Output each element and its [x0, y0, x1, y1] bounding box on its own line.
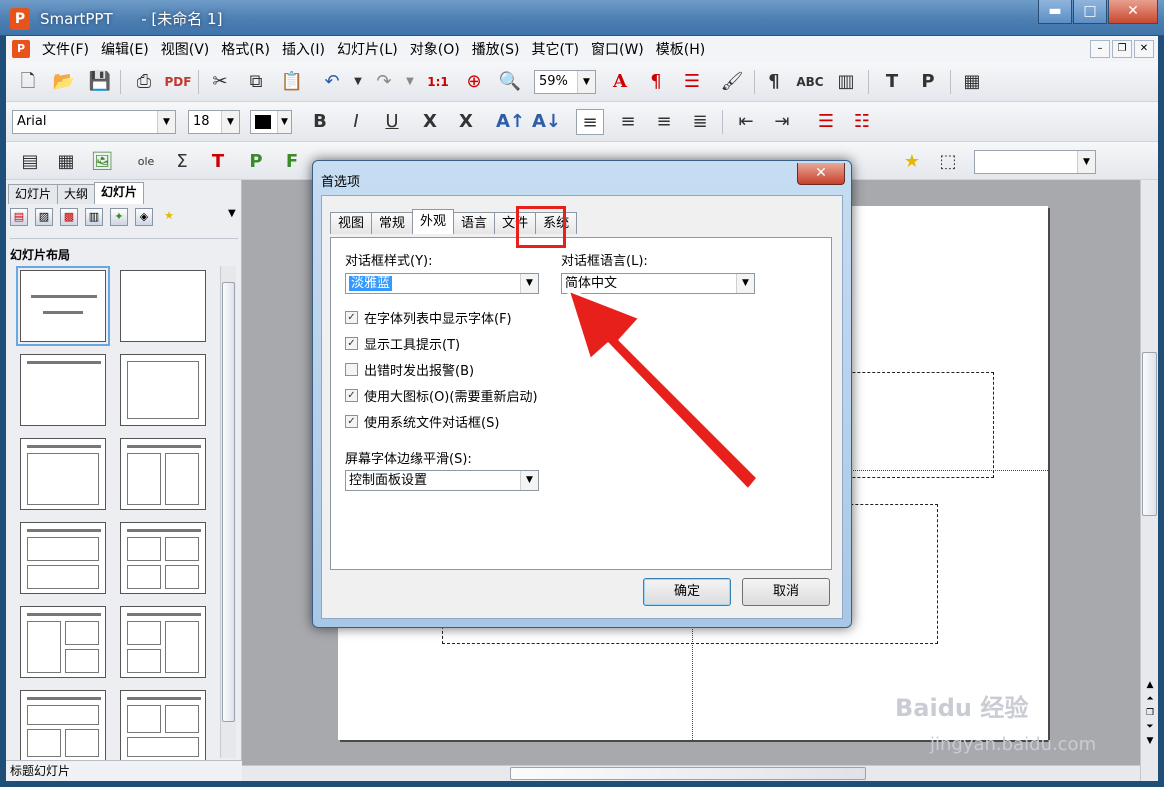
annotation-arrow-icon: [566, 288, 760, 492]
watermark-brand: Baidu 经验: [895, 694, 1029, 722]
watermark-url: jingyan.baidu.com: [930, 734, 1097, 755]
